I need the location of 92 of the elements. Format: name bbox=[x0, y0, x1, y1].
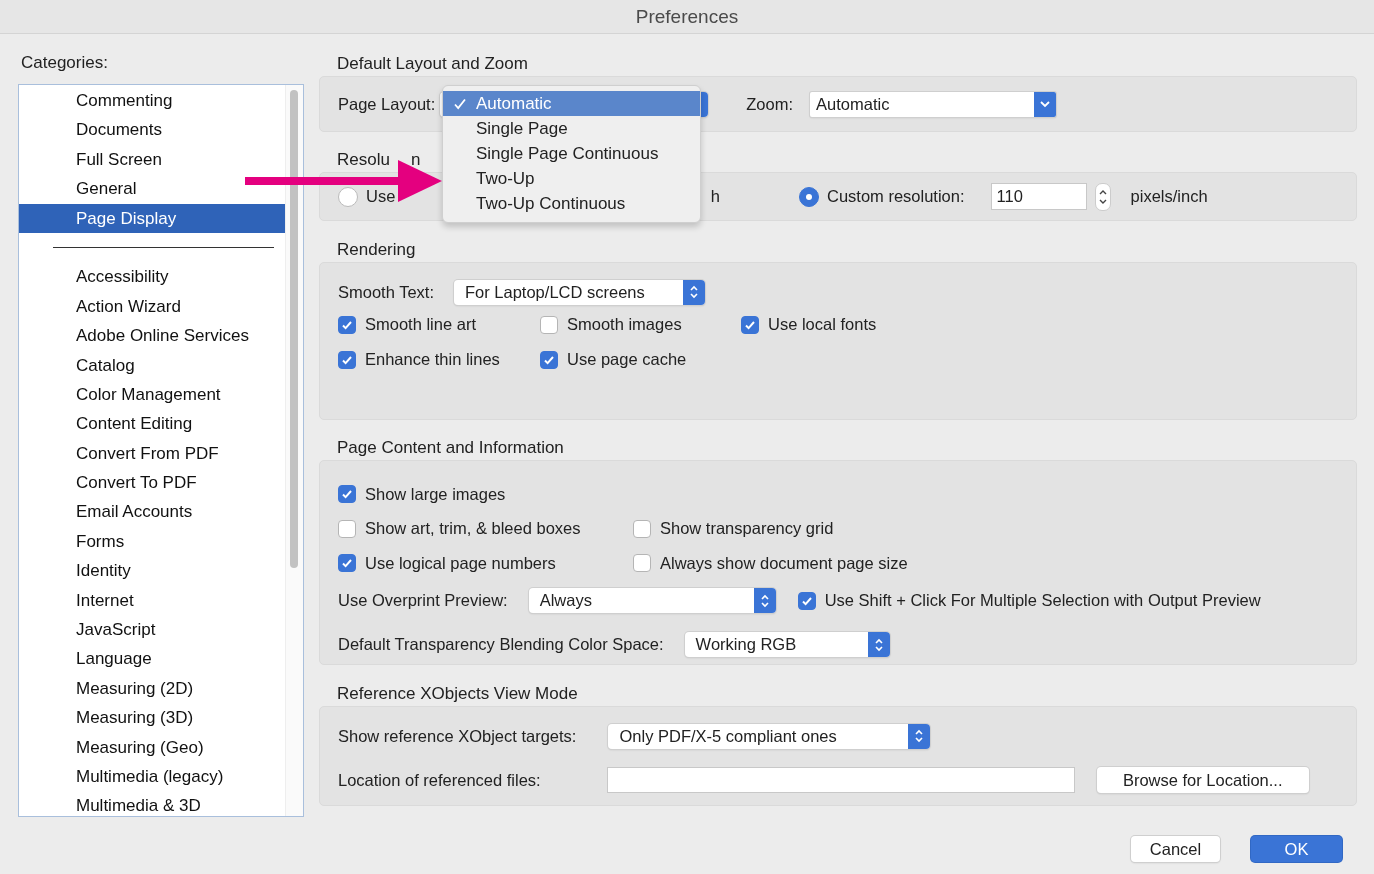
checkbox[interactable] bbox=[338, 350, 356, 369]
checkbox-label: Show large images bbox=[365, 484, 506, 504]
category-item[interactable]: General bbox=[19, 174, 286, 204]
menu-item[interactable]: Two-Up bbox=[443, 166, 700, 191]
checkmark-icon bbox=[341, 488, 353, 501]
section-heading: Reference XObjects View Mode bbox=[337, 683, 579, 705]
category-item[interactable]: Forms bbox=[19, 526, 286, 557]
radio-label: Use bbox=[366, 187, 396, 206]
category-item[interactable]: Measuring (Geo) bbox=[19, 732, 286, 762]
checkbox-label: Smooth images bbox=[567, 315, 682, 334]
category-item[interactable]: Language bbox=[19, 644, 286, 674]
targets-label: Show reference XObject targets: bbox=[338, 726, 577, 746]
overprint-label: Use Overprint Preview: bbox=[338, 591, 508, 610]
checkmark-icon bbox=[341, 557, 353, 570]
targets-popup[interactable]: Only PDF/X-5 compliant ones bbox=[608, 723, 931, 749]
menu-item[interactable]: Automatic bbox=[443, 91, 700, 116]
category-item[interactable]: Content Editing bbox=[19, 409, 286, 439]
checkbox-label: Always show document page size bbox=[660, 553, 908, 573]
category-item[interactable]: Color Management bbox=[19, 379, 286, 410]
category-item[interactable]: Catalog bbox=[19, 350, 286, 380]
category-item[interactable]: Multimedia & 3D bbox=[19, 791, 286, 816]
radio-button[interactable] bbox=[338, 186, 358, 207]
checkbox[interactable] bbox=[338, 554, 356, 573]
checkbox[interactable] bbox=[633, 554, 651, 573]
section-heading: n bbox=[410, 149, 421, 171]
resolution-field[interactable]: 110 bbox=[990, 183, 1087, 210]
browse-button[interactable]: Browse for Location... bbox=[1096, 767, 1309, 793]
checkbox-label: Show transparency grid bbox=[660, 519, 834, 539]
category-item[interactable]: Internet bbox=[19, 585, 286, 616]
checkbox[interactable] bbox=[338, 485, 356, 504]
location-label: Location of referenced files: bbox=[338, 770, 541, 790]
ok-button[interactable]: OK bbox=[1251, 836, 1342, 862]
category-item[interactable]: Action Wizard bbox=[19, 291, 286, 322]
section-heading: Resolu bbox=[337, 149, 390, 171]
page-layout-label: Page Layout: bbox=[338, 94, 436, 114]
category-item[interactable]: Full Screen bbox=[19, 144, 286, 175]
checkbox[interactable] bbox=[741, 315, 759, 334]
menu-item[interactable]: Single Page Continuous bbox=[443, 141, 700, 166]
stepper-icon bbox=[914, 728, 925, 744]
section-heading: Default Layout and Zoom bbox=[337, 53, 529, 75]
category-item[interactable]: Multimedia (legacy) bbox=[19, 762, 286, 792]
category-item[interactable]: Convert To PDF bbox=[19, 468, 286, 498]
stepper-icon[interactable] bbox=[1094, 182, 1111, 211]
category-item[interactable]: Page Display bbox=[19, 203, 286, 233]
checkbox[interactable] bbox=[540, 350, 558, 369]
checkbox-label: Use logical page numbers bbox=[365, 553, 556, 573]
stepper-icon bbox=[873, 636, 884, 653]
checkbox-label: Smooth line art bbox=[365, 315, 476, 334]
zoom-combo[interactable]: Automatic bbox=[810, 91, 1056, 117]
zoom-label: Zoom: bbox=[746, 94, 793, 114]
category-item[interactable]: Email Accounts bbox=[19, 497, 286, 527]
smooth-text-label: Smooth Text: bbox=[338, 282, 434, 302]
checkbox-label: Enhance thin lines bbox=[365, 350, 500, 369]
location-field[interactable] bbox=[606, 767, 1075, 793]
scrollbar[interactable] bbox=[285, 85, 303, 816]
blending-label: Default Transparency Blending Color Space: bbox=[338, 635, 664, 654]
category-item[interactable]: Commenting bbox=[19, 86, 286, 116]
cancel-button[interactable]: Cancel bbox=[1131, 836, 1220, 862]
checkbox[interactable] bbox=[540, 315, 558, 334]
stepper-icon bbox=[689, 284, 699, 300]
category-item[interactable]: Identity bbox=[19, 556, 286, 586]
category-item[interactable]: Documents bbox=[19, 115, 286, 145]
overprint-popup[interactable]: Always bbox=[528, 588, 776, 613]
caret-icon bbox=[1039, 99, 1051, 109]
smooth-text-popup[interactable]: For Laptop/LCD screens bbox=[454, 279, 705, 305]
category-item[interactable]: Measuring (3D) bbox=[19, 703, 286, 733]
menu-item[interactable]: Single Page bbox=[443, 116, 700, 141]
checkbox[interactable] bbox=[338, 519, 356, 538]
checkbox-label: Use Shift + Click For Multiple Selection with Output Preview bbox=[824, 591, 1261, 610]
menu-item[interactable]: Two-Up Continuous bbox=[443, 191, 700, 216]
category-item[interactable]: JavaScript bbox=[19, 615, 286, 645]
radio-label: h bbox=[710, 187, 720, 206]
categories-label: Categories: bbox=[21, 53, 109, 73]
category-item[interactable]: Accessibility bbox=[19, 262, 286, 292]
checkbox[interactable] bbox=[633, 519, 651, 538]
checkbox-label: Show art, trim, & bleed boxes bbox=[365, 519, 581, 539]
category-item[interactable]: Adobe Online Services bbox=[19, 321, 286, 351]
blending-popup[interactable]: Working RGB bbox=[684, 632, 890, 657]
stepper-icon bbox=[759, 592, 770, 609]
category-item[interactable]: Measuring (2D) bbox=[19, 673, 286, 704]
window-title: Preferences bbox=[635, 5, 739, 28]
checkbox[interactable] bbox=[797, 591, 816, 610]
checkbox-label: Use local fonts bbox=[768, 315, 877, 334]
radio-button[interactable] bbox=[799, 186, 819, 207]
checkmark-icon bbox=[452, 96, 467, 111]
checkbox-label: Use page cache bbox=[567, 350, 687, 369]
checkbox[interactable] bbox=[338, 315, 356, 334]
category-item[interactable]: Convert From PDF bbox=[19, 438, 286, 469]
section-heading: Rendering bbox=[337, 239, 417, 261]
radio-label: Custom resolution: bbox=[827, 187, 965, 206]
unit-label: pixels/inch bbox=[1130, 187, 1208, 206]
section-heading: Page Content and Information bbox=[337, 437, 565, 459]
